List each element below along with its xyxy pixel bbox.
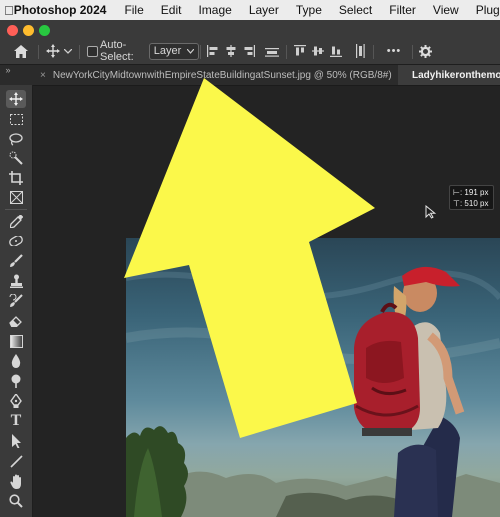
yellow-arrow-annotation: [124, 78, 375, 438]
mouse-cursor-icon: [425, 205, 437, 219]
height-value: 510 px: [464, 199, 489, 208]
width-value: 191 px: [464, 188, 489, 197]
width-icon: ⊢:: [453, 188, 465, 197]
height-icon: ⊤:: [453, 199, 465, 208]
dimension-readout: ⊢: 191 px ⊤: 510 px: [449, 185, 494, 210]
